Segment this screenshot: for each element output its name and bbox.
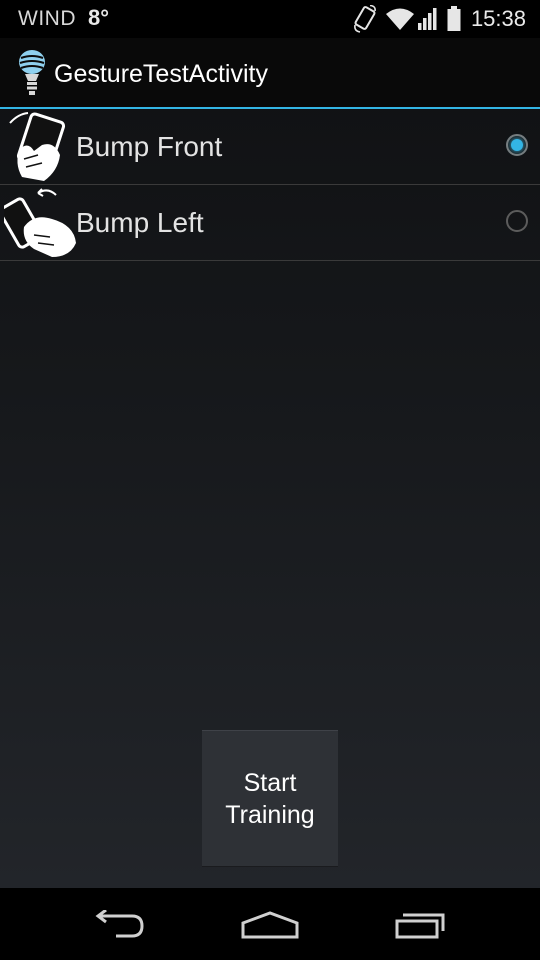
bump-front-icon <box>4 111 78 183</box>
gesture-label: Bump Left <box>76 207 204 238</box>
nav-bar <box>0 888 540 960</box>
battery-icon <box>447 6 461 32</box>
radio-button-bump-left[interactable] <box>506 210 528 232</box>
back-icon[interactable] <box>75 902 165 948</box>
radio-button-bump-front[interactable] <box>506 134 528 156</box>
start-training-button[interactable]: Start Training <box>202 730 338 867</box>
gesture-label: Bump Front <box>76 131 223 162</box>
gesture-list: Bump Front Bump Left <box>0 109 540 261</box>
start-training-line1: Start <box>243 768 297 797</box>
start-training-label: Start Training <box>225 767 314 831</box>
list-item-bump-front[interactable]: Bump Front <box>0 109 540 185</box>
screen-rotation-icon <box>353 5 377 33</box>
start-training-line2: Training <box>225 800 315 829</box>
screen: WIND 8° 15:38 GestureTestActivity Bump F… <box>0 0 540 960</box>
temperature-label: 8° <box>88 5 110 30</box>
status-icons: 15:38 <box>353 4 526 34</box>
bump-left-icon <box>0 187 78 259</box>
carrier-label: WIND <box>18 7 76 30</box>
status-bar: WIND 8° 15:38 <box>0 0 540 38</box>
action-bar: GestureTestActivity <box>0 38 540 109</box>
lightbulb-app-icon <box>14 48 50 98</box>
page-title: GestureTestActivity <box>54 60 268 88</box>
list-item-bump-left[interactable]: Bump Left <box>0 185 540 261</box>
clock: 15:38 <box>470 6 526 31</box>
wifi-icon <box>385 7 415 31</box>
cell-signal-icon <box>417 7 439 31</box>
recent-apps-icon[interactable] <box>376 902 466 948</box>
home-icon[interactable] <box>225 902 315 948</box>
